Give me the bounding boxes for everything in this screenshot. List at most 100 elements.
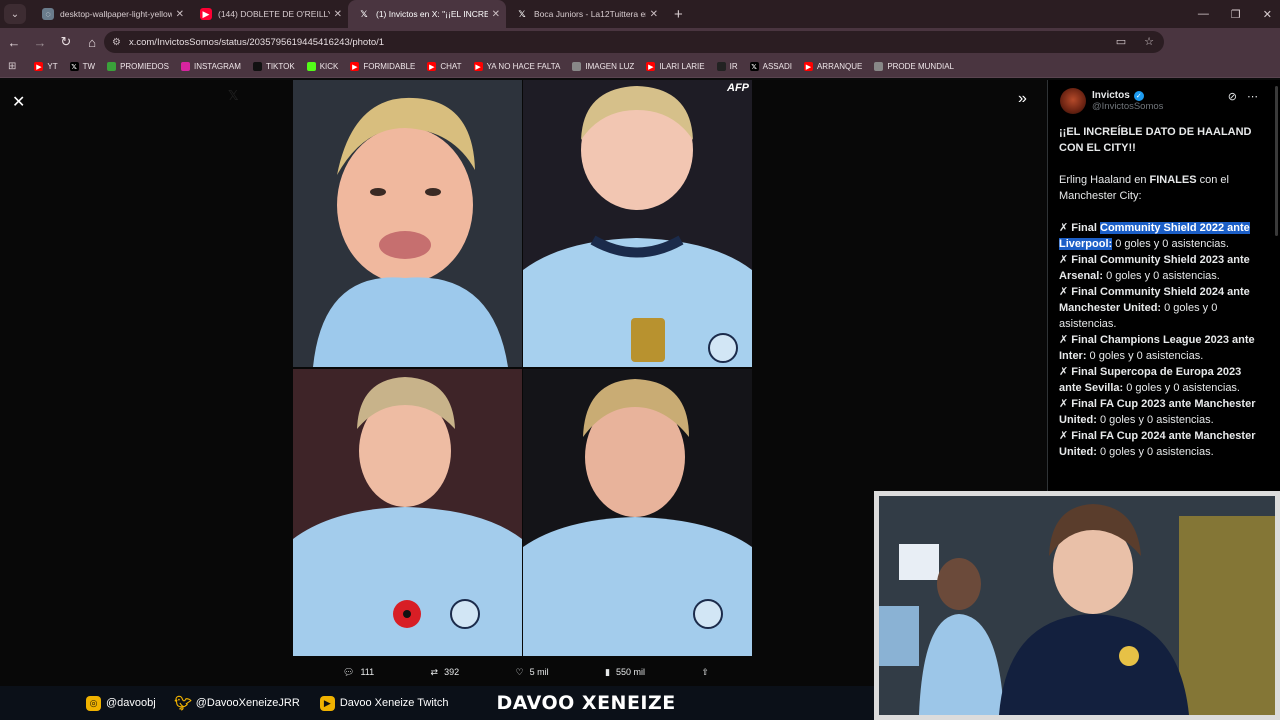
x-icon: 𝕏 [360,8,368,19]
webcam-scene-illustration [879,496,1275,715]
finals-list: ✗ Final Community Shield 2022 ante Liver… [1059,220,1264,460]
x-icon: 𝕏 [518,8,526,19]
close-tab-icon[interactable]: ✕ [334,9,342,20]
final-item: ✗ Final Community Shield 2022 ante Liver… [1059,220,1264,252]
tiktok-icon [252,62,262,71]
haaland-grimace-illustration [293,80,522,367]
bookmark-label: KICK [319,62,339,71]
youtube-icon: ▶ [646,62,656,71]
bookmark-item[interactable]: IMAGEN LUZ [572,62,634,71]
cast-icon[interactable]: ▭ [1116,35,1126,48]
tweet-intro: Erling Haaland en FINALES con el Manches… [1059,172,1264,204]
reload-icon[interactable]: ↻ [54,34,78,50]
instagram-text: @davoobj [106,697,156,709]
bookmark-item[interactable]: ▶ YT [34,62,58,71]
close-window-icon[interactable]: ✕ [1263,8,1272,21]
bookmark-list: ▶ YT 𝕏 TW PROMIEDOS INSTAGRAM TIKTOK KICK ▶ FORMI… [34,62,966,71]
tab-list: ◌ desktop-wallpaper-light-yellow ✕ ▶ (144) D… [32,0,664,28]
bookmark-item[interactable]: 𝕏 TW [69,62,96,71]
bookmark-item[interactable]: IR [716,62,738,71]
reply-icon: 💬︎ [343,666,355,677]
minimize-icon[interactable]: — [1198,8,1209,20]
bookmark-label: TW [82,62,96,71]
tweet-author[interactable]: Invictos ✓ @InvictosSomos [1060,88,1163,114]
bookmark-label: PROMIEDOS [120,62,169,71]
bookmark-label: ASSADI [762,62,792,71]
close-tab-icon[interactable]: ✕ [650,9,658,20]
retweet-button[interactable]: ⇄ 392 [431,667,460,678]
grok-icon[interactable]: ⊘ [1228,90,1237,103]
mk-icon [716,62,726,71]
globe-icon [874,62,884,71]
afp-watermark: AFP [727,82,749,94]
youtube-text: Davoo Xeneize Twitch [339,697,449,709]
avatar[interactable] [1060,88,1086,114]
bookmark-label: IR [729,62,738,71]
bookmark-item[interactable]: PRODE MUNDIAL [874,62,954,71]
bookmark-item[interactable]: INSTAGRAM [180,62,241,71]
url-bar[interactable]: ⚙ x.com/InvictosSomos/status/20357956194… [104,31,1164,53]
window-controls: — ❐ ✕ [1198,0,1272,28]
browser-tab[interactable]: ◌ desktop-wallpaper-light-yellow ✕ [32,0,190,28]
bookmark-label: IMAGEN LUZ [585,62,635,71]
forward-icon[interactable]: → [28,35,52,50]
bookmark-item[interactable]: ▶ ILARI LARIE [646,62,705,71]
bookmark-item[interactable]: PROMIEDOS [107,62,169,71]
collapse-panel-icon[interactable]: » [1018,90,1027,108]
tweet-headline: ¡¡EL INCREÍBLE DATO DE HAALAND CON EL CI… [1059,126,1252,154]
final-item: ✗ Final Community Shield 2024 ante Manch… [1059,284,1264,332]
reply-button[interactable]: 💬︎ 111 [343,667,374,678]
more-options-icon[interactable]: ⋯ [1247,90,1258,103]
browser-tab[interactable]: 𝕏 (1) Invictos en X: "¡¡EL INCREÍBLE ✕ [348,0,506,28]
close-tab-icon[interactable]: ✕ [492,9,500,20]
photo-quadrant-bottom-right [523,369,752,656]
tweet-photo[interactable]: AFP [293,80,753,656]
bookmark-item[interactable]: 𝕏 ASSADI [749,62,792,71]
browser-tab[interactable]: 𝕏 Boca Juniors - La12Tuittera en ✕ [506,0,664,28]
intro-bold: FINALES [1149,174,1197,186]
bookmark-item[interactable]: TIKTOK [252,62,295,71]
bookmark-label: PRODE MUNDIAL [887,62,954,71]
panel-scrollbar[interactable] [1275,86,1278,236]
instagram-handle: ◎ @davoobj [86,695,156,711]
bookmark-label: INSTAGRAM [193,62,241,71]
intro-text: Erling Haaland en [1059,174,1150,186]
close-tab-icon[interactable]: ✕ [176,9,184,20]
bookmark-item[interactable]: ▶ CHAT [427,62,462,71]
apps-icon[interactable]: ⊞ [8,61,16,72]
share-button[interactable]: ⇧ [701,667,709,678]
bookmark-item[interactable]: ▶ ARRANQUE [803,62,862,71]
new-tab-icon[interactable]: + [674,6,683,23]
browser-tab[interactable]: ▶ (144) DOBLETE DE O'REILLY EN ✕ [190,0,348,28]
home-icon[interactable]: ⌂ [80,35,104,50]
close-icon[interactable]: ✕ [12,92,25,112]
views-button[interactable]: ▮ 550 mil [605,667,645,678]
back-icon[interactable]: ← [2,35,26,50]
final-stats: 0 goles y 0 asistencias. [1096,446,1214,458]
bookmark-star-icon[interactable]: ☆ [1144,35,1154,48]
twitter-bird-icon: 🐦︎ [174,694,193,711]
haaland-poppy-shirt-illustration [293,369,522,656]
streamer-webcam [874,491,1280,720]
globe-icon: ◌ [42,8,54,20]
bookmark-item[interactable]: KICK [306,62,339,71]
bookmark-label: FORMIDABLE [363,62,416,71]
tab-search-icon[interactable]: ⌄ [4,4,26,24]
tweet-detail-panel: Invictos ✓ @InvictosSomos ⊘ ⋯ ¡¡EL INCRE… [1047,80,1280,495]
like-button[interactable]: ♡ 5 mil [516,667,549,678]
instagram-icon [180,62,190,71]
twitter-handle: 🐦︎ @DavooXeneizeJRR [174,694,300,711]
share-icon: ⇧ [701,666,709,677]
final-item: ✗ Final FA Cup 2024 ante Manchester Unit… [1059,428,1264,460]
final-item: ✗ Final Community Shield 2023 ante Arsen… [1059,252,1264,284]
site-info-icon[interactable]: ⚙ [112,37,121,48]
stream-footer-bar: ◎ @davoobj 🐦︎ @DavooXeneizeJRR ▶ Davoo X… [0,686,874,720]
tab-title: (144) DOBLETE DE O'REILLY EN [218,9,330,19]
browser-tab-strip: ⌄ ◌ desktop-wallpaper-light-yellow ✕ ▶ (144)… [0,0,1280,28]
bookmark-item[interactable]: ▶ FORMIDABLE [350,62,415,71]
restore-icon[interactable]: ❐ [1231,8,1241,21]
tab-title: Boca Juniors - La12Tuittera en [534,9,646,19]
youtube-icon: ▶ [34,62,44,71]
bookmark-item[interactable]: ▶ YA NO HACE FALTA [473,62,560,71]
youtube-handle: ▶ Davoo Xeneize Twitch [319,695,449,711]
